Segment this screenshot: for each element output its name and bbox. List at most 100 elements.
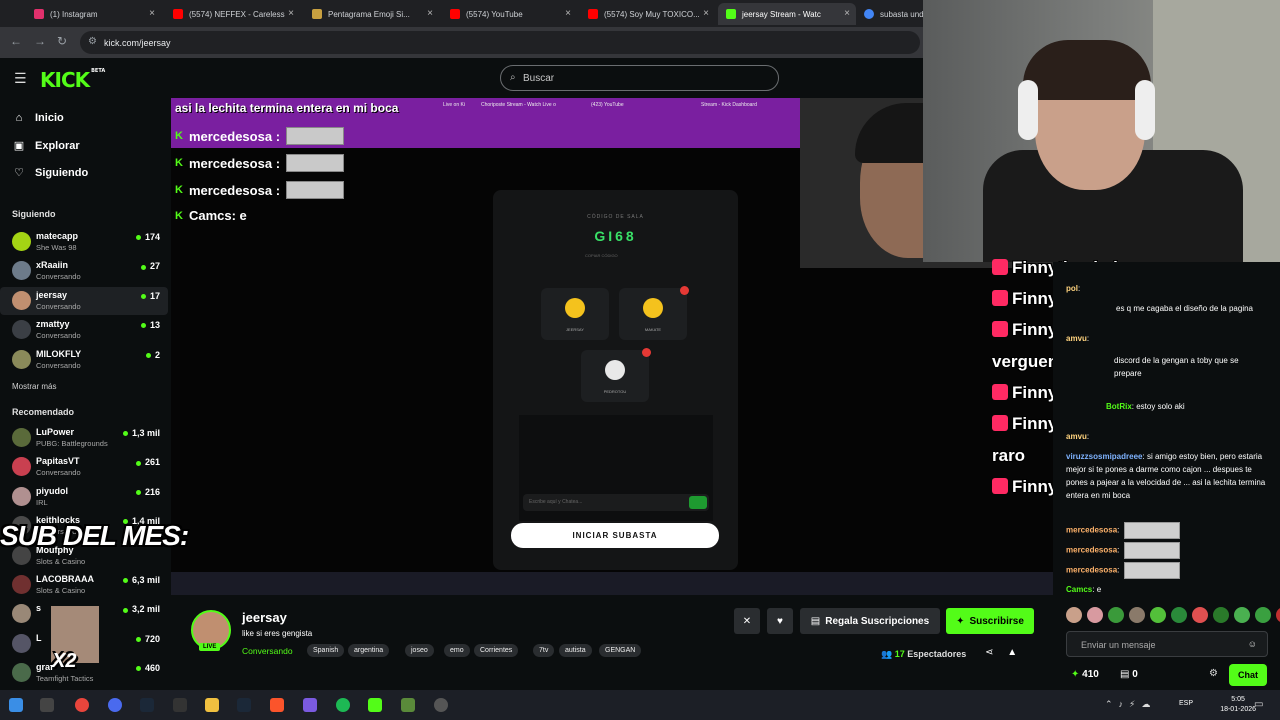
chat-user[interactable]: pol: [1066, 284, 1078, 293]
windows-start-icon[interactable]: [9, 698, 23, 712]
close-icon[interactable]: ×: [844, 8, 850, 19]
nav-inicio[interactable]: ⌂ Inicio: [12, 112, 64, 124]
share-icon[interactable]: ⋖: [985, 647, 993, 658]
browser-tab[interactable]: (1) Instagram ×: [26, 3, 161, 25]
chrome-icon[interactable]: [75, 698, 89, 712]
panel-chat-input[interactable]: Escribe aquí y Chatea...: [523, 494, 709, 511]
stream-tag[interactable]: 7tv: [533, 644, 555, 657]
send-icon[interactable]: [689, 496, 707, 509]
emote-icon[interactable]: [1234, 607, 1250, 623]
emote-icon[interactable]: [1192, 607, 1208, 623]
browser-tab[interactable]: subasta unde: [856, 3, 926, 25]
channel-item[interactable]: LuPower PUBG: Battlegrounds 1,3 mil: [0, 424, 168, 452]
channel-item[interactable]: xRaaiin Conversando 27: [0, 257, 168, 285]
system-tray[interactable]: ⌃♪⚡☁: [1105, 699, 1156, 710]
brave-icon[interactable]: [270, 698, 284, 712]
gift-counter[interactable]: ▤ 0: [1120, 669, 1138, 680]
channel-item[interactable]: PapitasVT Conversando 261: [0, 453, 168, 481]
chat-user[interactable]: amvu: [1066, 334, 1087, 343]
chat-message-input[interactable]: Enviar un mensaje ☺: [1066, 631, 1268, 657]
gear-icon[interactable]: ⚙: [1209, 668, 1218, 679]
chat-send-button[interactable]: Chat: [1229, 664, 1267, 686]
back-icon[interactable]: ←: [10, 34, 22, 48]
stream-tag[interactable]: Spanish: [307, 644, 345, 657]
show-more-link[interactable]: Mostrar más: [12, 382, 56, 391]
steam-icon[interactable]: [140, 698, 154, 712]
channel-item[interactable]: jeersay Conversando 17: [0, 286, 168, 315]
streamer-name[interactable]: jeersay: [242, 610, 287, 625]
kick-logo[interactable]: KICK BETA: [40, 68, 105, 92]
close-icon[interactable]: ×: [427, 8, 433, 19]
emote-icon[interactable]: [1276, 607, 1280, 623]
stream-tag[interactable]: autista: [559, 644, 592, 657]
stream-tag[interactable]: emo: [444, 644, 470, 657]
reload-icon[interactable]: ↻: [57, 34, 67, 48]
notification-icon[interactable]: ▭: [1254, 699, 1263, 710]
channel-item[interactable]: zmattyy Conversando 13: [0, 316, 168, 344]
app-icon[interactable]: [401, 698, 415, 712]
channel-item[interactable]: graf Teamfight Tactics 460: [0, 659, 168, 687]
emote-icon[interactable]: [1129, 607, 1145, 623]
browser-icon[interactable]: [108, 698, 122, 712]
stream-tag[interactable]: Corrientes: [474, 644, 519, 657]
steam-icon[interactable]: [237, 698, 251, 712]
channel-item[interactable]: LACOBRAAA Slots & Casino 6,3 mil: [0, 571, 168, 599]
emote-icon[interactable]: [1171, 607, 1187, 623]
start-auction-button[interactable]: INICIAR SUBASTA: [511, 523, 719, 548]
emote-icon[interactable]: [1066, 607, 1082, 623]
gift-subs-button[interactable]: ▤ Regala Suscripciones: [800, 608, 940, 634]
chat-user[interactable]: BotRix: [1106, 402, 1132, 411]
browser-tab[interactable]: (5574) NEFFEX - Careless ×: [165, 3, 300, 25]
emote-icon[interactable]: [1150, 607, 1166, 623]
browser-tab[interactable]: Pentagrama Emoji Si... ×: [304, 3, 439, 25]
emote-icon[interactable]: [1087, 607, 1103, 623]
search-input[interactable]: ⌕ Buscar: [500, 65, 779, 91]
chat-user[interactable]: viruzzsosmipadreee: [1066, 452, 1142, 461]
mute-notifications-button[interactable]: ✕: [734, 608, 760, 634]
follow-button[interactable]: ♥: [767, 608, 793, 634]
channel-item[interactable]: matecapp She Was 98 174: [0, 228, 168, 256]
video-player[interactable]: asi la lechita termina entera en mi boca…: [171, 98, 1053, 595]
app-icon[interactable]: [303, 698, 317, 712]
emote-icon[interactable]: [1213, 607, 1229, 623]
emote-icon[interactable]: [1255, 607, 1271, 623]
nav-siguiendo[interactable]: ♡ Siguiendo: [12, 166, 88, 180]
browser-tab-active[interactable]: jeersay Stream - Watc ×: [718, 3, 856, 25]
channel-item[interactable]: MILOKFLY Conversando 2: [0, 346, 168, 374]
site-info-icon[interactable]: ⚙: [88, 36, 97, 47]
browser-tab[interactable]: (5574) YouTube ×: [442, 3, 577, 25]
spotify-icon[interactable]: [336, 698, 350, 712]
task-view-icon[interactable]: [40, 698, 54, 712]
stream-tag[interactable]: GENGAN: [599, 644, 642, 657]
nav-explorar[interactable]: ▣ Explorar: [12, 139, 80, 153]
stream-tag[interactable]: joseo: [405, 644, 434, 657]
remove-player-icon[interactable]: [642, 348, 651, 357]
language-indicator[interactable]: ESP: [1179, 700, 1193, 707]
app-icon[interactable]: [434, 698, 448, 712]
close-icon[interactable]: ×: [703, 8, 709, 19]
chat-user[interactable]: mercedesosa: [1066, 526, 1117, 535]
subscribe-button[interactable]: ✦ Suscribirse: [946, 608, 1034, 634]
copy-code-button[interactable]: COPIAR CÓDIGO: [585, 253, 618, 258]
close-icon[interactable]: ×: [149, 8, 155, 19]
channel-item[interactable]: piyudol IRL 216: [0, 483, 168, 511]
menu-icon[interactable]: ☰: [14, 70, 27, 87]
remove-player-icon[interactable]: [680, 286, 689, 295]
folder-icon[interactable]: [205, 698, 219, 712]
stream-tag[interactable]: argentina: [348, 644, 390, 657]
stream-category[interactable]: Conversando: [242, 646, 293, 656]
kick-app-icon[interactable]: [368, 698, 382, 712]
close-icon[interactable]: ×: [288, 8, 294, 19]
close-icon[interactable]: ×: [565, 8, 571, 19]
forward-icon[interactable]: →: [34, 34, 46, 48]
report-icon[interactable]: ▲: [1007, 647, 1017, 658]
browser-tab[interactable]: (5574) Soy Muy TOXICO... ×: [580, 3, 715, 25]
url-field[interactable]: ⚙ kick.com/jeersay: [80, 31, 920, 54]
emote-icon[interactable]: [1108, 607, 1124, 623]
chat-user[interactable]: Camcs: [1066, 585, 1092, 594]
chat-user[interactable]: mercedesosa: [1066, 566, 1117, 575]
emoji-icon[interactable]: ☺: [1248, 639, 1257, 649]
points-counter[interactable]: ✦ 410: [1071, 669, 1099, 680]
chat-user[interactable]: amvu: [1066, 432, 1087, 441]
obs-icon[interactable]: [173, 698, 187, 712]
